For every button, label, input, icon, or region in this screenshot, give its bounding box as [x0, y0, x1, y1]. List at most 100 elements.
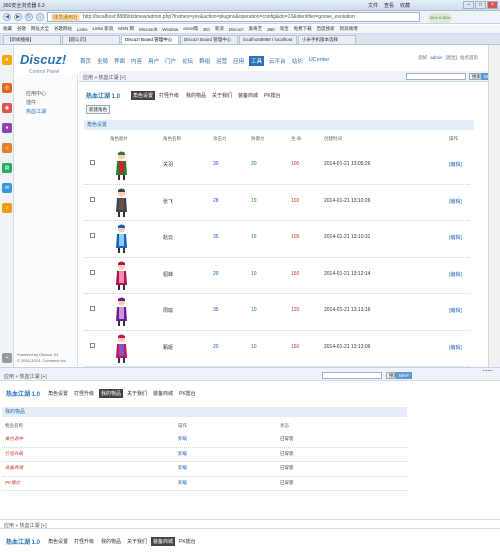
- admin-nav-item[interactable]: 内容: [130, 56, 143, 66]
- mail-icon[interactable]: ✉: [2, 183, 12, 193]
- admin-nav-item[interactable]: 群组: [198, 56, 211, 66]
- plugin-tab[interactable]: 打怪升级: [72, 389, 96, 398]
- bookmark-item[interactable]: 淘宝: [280, 26, 289, 32]
- browser-tab[interactable]: Discuz! Board 管理中心: [180, 35, 238, 44]
- bookmark-item[interactable]: 新浪微博: [340, 26, 358, 32]
- book-icon[interactable]: ▤: [2, 163, 12, 173]
- plugin-tab[interactable]: PK擂台: [177, 389, 198, 398]
- minimize-icon[interactable]: –: [463, 1, 474, 9]
- map-button-2[interactable]: MAP: [396, 372, 412, 379]
- plugin-tab[interactable]: 我的物品: [99, 389, 124, 398]
- admin-nav-item[interactable]: 论坛: [181, 56, 194, 66]
- admin-nav-item[interactable]: 站长: [291, 56, 304, 66]
- admin-nav-item[interactable]: 工具: [249, 56, 265, 66]
- admin-username[interactable]: admin: [430, 55, 442, 61]
- browser-tab[interactable]: 【圆认识】: [62, 35, 120, 44]
- uninstall-link[interactable]: 卸载: [178, 451, 187, 457]
- forward-icon[interactable]: ▶: [14, 13, 22, 21]
- bookmark-item[interactable]: 百度搜索: [317, 26, 335, 32]
- bookmark-item[interactable]: Microsoft: [139, 27, 157, 32]
- refresh-icon[interactable]: ↻: [25, 13, 33, 21]
- menu-file[interactable]: 文件: [368, 2, 378, 9]
- bookmark-item[interactable]: Window: [162, 27, 178, 32]
- bookmark-item[interactable]: Links 新浪: [93, 26, 114, 32]
- bookmark-item[interactable]: 网址大全: [31, 26, 49, 32]
- vertical-scrollbar[interactable]: [488, 45, 500, 367]
- plugin-tab[interactable]: PK擂台: [177, 537, 198, 546]
- game-icon[interactable]: ♦: [2, 123, 12, 133]
- left-item-plugins[interactable]: 插件: [26, 99, 36, 106]
- bookmark-item[interactable]: 爱奇艺: [249, 26, 263, 32]
- bookmark-item[interactable]: 新浪: [215, 26, 224, 32]
- admin-nav-item[interactable]: 门户: [164, 56, 177, 66]
- plugin-tab[interactable]: 角色设置: [46, 389, 70, 398]
- bookmark-item[interactable]: MSN 网: [118, 26, 134, 32]
- row-checkbox[interactable]: [90, 233, 95, 238]
- plugin-tab[interactable]: 关于我们: [210, 91, 234, 100]
- music-icon[interactable]: ♫: [2, 143, 12, 153]
- edit-link[interactable]: [编辑]: [449, 234, 462, 241]
- menu-favorites[interactable]: 收藏: [400, 2, 410, 9]
- admin-nav-item[interactable]: 用户: [147, 56, 160, 66]
- row-checkbox[interactable]: [90, 342, 95, 348]
- admin-nav-item[interactable]: 全局: [96, 56, 109, 66]
- home-icon[interactable]: ⌂: [36, 13, 44, 21]
- browser-tab[interactable]: localhost8888 / localhost: [239, 35, 297, 44]
- site-home-link[interactable]: 站点首页: [460, 55, 478, 61]
- plugin-tab[interactable]: 装备商城: [236, 91, 260, 100]
- edit-link[interactable]: [编辑]: [449, 271, 462, 278]
- bookmark-item[interactable]: Links: [77, 27, 88, 32]
- row-checkbox[interactable]: [90, 196, 95, 202]
- url-bar[interactable]: 球员通用社 http://localhost:8888/dzbnew/admin…: [47, 12, 420, 22]
- add-icon[interactable]: +: [2, 353, 12, 363]
- plugin-tab[interactable]: 打怪升级: [72, 537, 96, 546]
- admin-nav-item[interactable]: 运营: [215, 56, 228, 66]
- weibo-icon[interactable]: ◉: [2, 103, 12, 113]
- maximize-icon[interactable]: □: [475, 1, 486, 9]
- plugin-tab[interactable]: 我的物品: [99, 537, 123, 546]
- browser-tab[interactable]: 小米手机版本选择: [298, 35, 356, 44]
- bookmark-item[interactable]: Discuz!: [229, 27, 244, 32]
- browser-tab[interactable]: 【新闻播报】: [3, 35, 61, 44]
- plugin-tab[interactable]: 关于我们: [125, 537, 149, 546]
- uninstall-link[interactable]: 卸载: [178, 480, 187, 486]
- logout-link[interactable]: [退出]: [445, 55, 457, 61]
- star-icon[interactable]: ★: [2, 55, 12, 65]
- bookmark-item[interactable]: 谷歌网站: [54, 26, 72, 32]
- left-item-app-center[interactable]: 应用中心: [26, 90, 46, 97]
- bookmark-item[interactable]: BO: [203, 27, 210, 32]
- plugin-tab[interactable]: 装备商城: [151, 537, 176, 546]
- bookmark-item[interactable]: 收藏: [3, 26, 12, 32]
- bookmark-item[interactable]: 谷歌: [17, 26, 26, 32]
- edit-link[interactable]: [编辑]: [449, 198, 462, 205]
- admin-nav-item[interactable]: 云平台: [268, 56, 287, 66]
- admin-search-input[interactable]: [406, 73, 466, 80]
- uninstall-link[interactable]: 卸载: [178, 436, 187, 442]
- app-icon[interactable]: ◎: [2, 83, 12, 93]
- plugin-tab[interactable]: 角色设置: [131, 91, 156, 100]
- new-role-button[interactable]: 新建角色: [86, 105, 110, 114]
- admin-nav-item[interactable]: UCenter: [308, 56, 330, 66]
- bookmark-item[interactable]: excel帮: [183, 26, 198, 32]
- edit-link[interactable]: [编辑]: [449, 307, 462, 314]
- plugin-tab[interactable]: 角色设置: [46, 537, 70, 546]
- plugin-tab[interactable]: 关于我们: [125, 389, 149, 398]
- plugin-tab[interactable]: 打怪升级: [157, 91, 181, 100]
- edit-link[interactable]: [编辑]: [449, 161, 462, 168]
- plugin-tab[interactable]: 我的物品: [184, 91, 208, 100]
- admin-search-input-2[interactable]: [322, 372, 382, 379]
- bookmark-item[interactable]: 360: [267, 27, 275, 32]
- row-checkbox[interactable]: [90, 269, 95, 275]
- close-icon[interactable]: ×: [487, 1, 498, 9]
- admin-nav-item[interactable]: 首页: [79, 56, 92, 66]
- uninstall-link[interactable]: 卸载: [178, 465, 187, 471]
- menu-view[interactable]: 查看: [384, 2, 394, 9]
- admin-nav-item[interactable]: 应用: [232, 56, 245, 66]
- plugin-tab[interactable]: PK擂台: [262, 91, 283, 100]
- left-item-rxjh[interactable]: 热血江湖: [26, 108, 46, 115]
- edit-link[interactable]: [编辑]: [449, 344, 462, 351]
- back-icon[interactable]: ◀: [3, 13, 11, 21]
- row-checkbox[interactable]: [90, 160, 95, 165]
- note-icon[interactable]: ♪: [2, 203, 12, 213]
- bookmark-item[interactable]: 免费下载: [294, 26, 312, 32]
